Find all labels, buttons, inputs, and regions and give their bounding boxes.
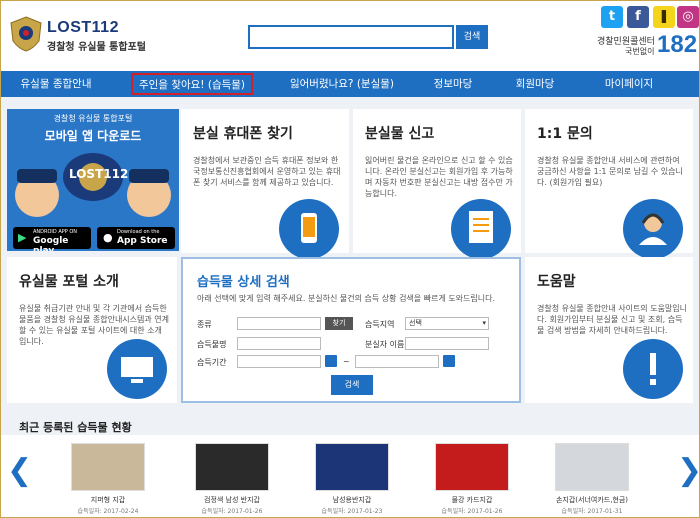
item-thumbnail — [195, 443, 269, 491]
banner-brand: LOST112 — [69, 167, 129, 181]
phone-icon — [279, 199, 339, 259]
item-date: 습득일자: 2017-01-26 — [441, 508, 503, 515]
main-content: 경찰청 유실물 통합포털 모바일 앱 다운로드 LOST112 ▶ ANDROI… — [1, 97, 699, 517]
main-nav: 유실물 종합안내 주인을 찾아요! (습득물) 잃어버렸나요? (분실물) 정보… — [1, 71, 699, 97]
list-item[interactable]: 남성용반지갑 습득일자: 2017-01-23 — [307, 443, 397, 515]
place-input[interactable] — [405, 337, 489, 350]
recent-title: 최근 등록된 습득물 현황 — [19, 421, 132, 434]
tile-lost-report[interactable]: 분실물 신고 잃어버린 물건을 온라인으로 신고 할 수 있습니다. 온라인 분… — [353, 109, 521, 259]
place-label: 분실자 이름 — [365, 340, 405, 349]
document-icon — [451, 199, 511, 259]
kind-label: 종류 — [197, 320, 212, 329]
kind-input[interactable] — [237, 317, 321, 330]
tile-inquiry[interactable]: 1:1 문의 경찰청 유실물 종합안내 서비스에 관련하여 궁금하신 사항을 1… — [525, 109, 693, 259]
banner-line1: 경찰청 유실물 통합포털 — [53, 114, 133, 123]
item-input[interactable] — [237, 337, 321, 350]
tile-title: 분실 휴대폰 찾기 — [193, 126, 293, 142]
callcenter-sub: 국번없이 — [625, 47, 655, 56]
item-name: 물강 카드지갑 — [451, 496, 493, 504]
android-big-text: Google play — [33, 236, 69, 251]
range-separator: ~ — [343, 357, 350, 366]
item-date: 습득일자: 2017-01-26 — [201, 508, 263, 515]
android-icon: ▶ — [18, 231, 27, 244]
calendar-icon[interactable] — [325, 355, 337, 367]
nav-item-members[interactable]: 회원마당 — [505, 71, 565, 97]
google-play-button[interactable]: ▶ ANDROID APP ON Google play — [13, 227, 91, 251]
chevron-down-icon: ▾ — [482, 319, 486, 327]
list-item[interactable]: 물강 카드지갑 습득일자: 2017-01-26 — [427, 443, 517, 515]
tile-desc: 경찰청에서 보관중인 습득 휴대폰 정보와 한국정보통신진흥협회에서 운영하고 … — [193, 156, 341, 187]
period-label: 습득기간 — [197, 358, 227, 367]
facebook-icon[interactable]: f — [627, 6, 649, 28]
calendar-icon[interactable] — [443, 355, 455, 367]
ios-small-text: Download on the — [117, 229, 160, 235]
detail-search-title: 습득물 상세 검색 — [197, 275, 290, 290]
header: LOST112 경찰청 유실물 통합포털 검색 t f ❚ ◎ 경찰민원콜센터 … — [1, 1, 699, 71]
android-small-text: ANDROID APP ON — [33, 229, 78, 235]
apple-icon: ● — [103, 231, 113, 244]
period-end-input[interactable] — [355, 355, 439, 368]
area-select-value: 선택 — [409, 319, 422, 327]
item-date: 습득일자: 2017-01-31 — [561, 508, 623, 515]
item-thumbnail — [71, 443, 145, 491]
monitor-icon — [107, 339, 167, 399]
item-name: 남성용반지갑 — [332, 496, 372, 504]
item-thumbnail — [555, 443, 629, 491]
page: LOST112 경찰청 유실물 통합포털 검색 t f ❚ ◎ 경찰민원콜센터 … — [0, 0, 700, 518]
search-button[interactable]: 검색 — [456, 25, 488, 49]
item-label: 습득물명 — [197, 340, 227, 349]
item-thumbnail — [435, 443, 509, 491]
nav-item-mypage[interactable]: 마이페이지 — [589, 71, 669, 97]
tile-desc: 경찰청 유실물 종합안내 서비스에 관련하여 궁금하신 사항을 1:1 문의로 … — [537, 156, 683, 187]
tile-desc: 경찰청 유실물 종합안내 사이트의 도움말입니다. 회원가입부터 분실물 신고 … — [537, 304, 688, 335]
list-item[interactable]: 지퍼형 지갑 습득일자: 2017-02-24 — [63, 443, 153, 515]
area-select[interactable]: 선택 ▾ — [405, 317, 489, 330]
item-date: 습득일자: 2017-01-23 — [321, 508, 383, 515]
search-input[interactable] — [248, 25, 454, 49]
banner-line2: 모바일 앱 다운로드 — [44, 129, 142, 143]
operator-icon — [623, 199, 683, 259]
tile-portal-intro[interactable]: 유실물 포털 소개 유실물 취급기관 안내 및 각 기관에서 습득한 물품을 경… — [7, 257, 177, 403]
list-item[interactable]: 검정색 남성 반지갑 습득일자: 2017-01-26 — [187, 443, 277, 515]
tile-title: 도움말 — [537, 274, 576, 290]
nav-item-info[interactable]: 정보마당 — [421, 71, 485, 97]
app-download-banner[interactable]: 경찰청 유실물 통합포털 모바일 앱 다운로드 LOST112 ▶ ANDROI… — [7, 109, 179, 251]
detail-search-desc: 아래 선택에 맞게 입력 해주세요. 분실하신 물건의 습득 상황 검색을 빠르… — [197, 294, 496, 303]
item-date: 습득일자: 2017-02-24 — [77, 508, 139, 515]
chevron-left-icon[interactable]: ❮ — [7, 453, 32, 488]
tile-help[interactable]: 도움말 경찰청 유실물 종합안내 사이트의 도움말입니다. 회원가입부터 분실물… — [525, 257, 693, 403]
tile-title: 1:1 문의 — [537, 126, 593, 142]
instagram-icon[interactable]: ◎ — [677, 6, 699, 28]
logo-subtitle: 경찰청 유실물 통합포털 — [47, 42, 146, 53]
ios-big-text: App Store — [117, 236, 168, 246]
tile-title: 분실물 신고 — [365, 126, 435, 142]
item-name: 손지갑(서너여카드,현금) — [555, 496, 629, 504]
nav-item-found[interactable]: 주인을 찾아요! (습득물) — [131, 73, 254, 95]
item-name: 지퍼형 지갑 — [90, 496, 126, 504]
kakaostory-icon[interactable]: ❚ — [653, 6, 675, 28]
info-icon — [623, 339, 683, 399]
police-badge-icon[interactable] — [9, 15, 43, 53]
recent-items-carousel: ❮ ❯ 지퍼형 지갑 습득일자: 2017-02-24 검정색 남성 반지갑 습… — [1, 435, 699, 517]
callcenter-number: 182 — [657, 31, 698, 58]
list-item[interactable]: 손지갑(서너여카드,현금) 습득일자: 2017-01-31 — [547, 443, 637, 515]
detail-search-button[interactable]: 검색 — [331, 375, 373, 395]
tile-desc: 잃어버린 물건을 온라인으로 신고 할 수 있습니다. 온라인 분실신고는 회원… — [365, 156, 513, 198]
area-label: 습득지역 — [365, 320, 395, 329]
tile-lost-phone[interactable]: 분실 휴대폰 찾기 경찰청에서 보관중인 습득 휴대폰 정보와 한국정보통신진흥… — [181, 109, 349, 259]
chevron-right-icon[interactable]: ❯ — [677, 453, 699, 488]
period-start-input[interactable] — [237, 355, 321, 368]
item-name: 검정색 남성 반지갑 — [204, 496, 260, 504]
twitter-icon[interactable]: t — [601, 6, 623, 28]
item-thumbnail — [315, 443, 389, 491]
tile-title: 유실물 포털 소개 — [19, 274, 119, 290]
logo-title[interactable]: LOST112 — [47, 19, 119, 37]
police-mascot-icon — [15, 153, 171, 217]
nav-item-lost[interactable]: 잃어버렸나요? (분실물) — [277, 71, 407, 97]
find-button[interactable]: 찾기 — [325, 317, 353, 330]
app-store-button[interactable]: ● Download on the App Store — [97, 227, 175, 249]
detail-search-panel: 습득물 상세 검색 아래 선택에 맞게 입력 해주세요. 분실하신 물건의 습득… — [181, 257, 521, 403]
nav-item-guide[interactable]: 유실물 종합안내 — [1, 71, 111, 97]
